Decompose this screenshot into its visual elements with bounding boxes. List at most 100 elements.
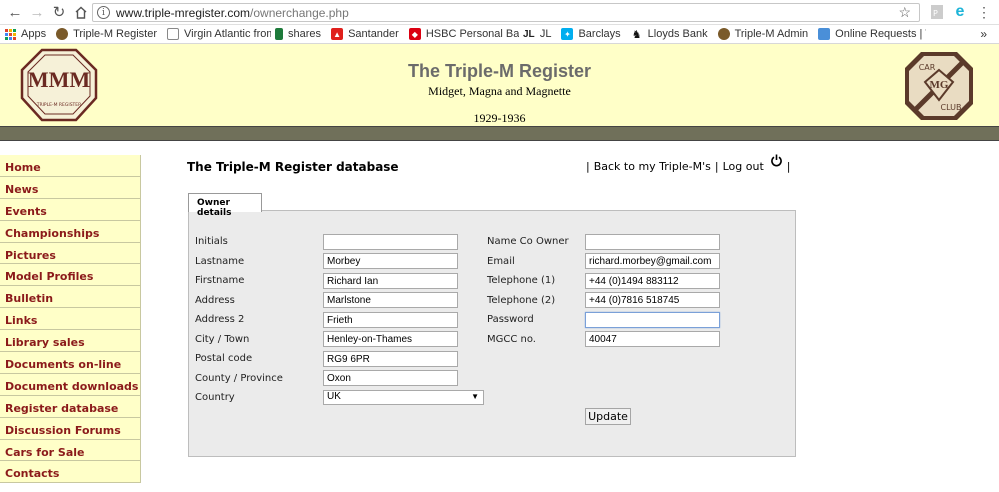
forward-arrow-icon[interactable]: → [26, 1, 48, 23]
mgcc-field[interactable] [585, 331, 720, 347]
bookmark-label: Online Requests | Th [835, 28, 926, 40]
telephone1-label: Telephone (1) [487, 275, 556, 286]
sidebar-item-documents-online[interactable]: Documents on-line [0, 352, 141, 374]
sidebar-item-pictures[interactable]: Pictures [0, 242, 141, 265]
mg-car-club-logo[interactable]: MG CAR CLUB [903, 50, 975, 127]
sidebar-item-discussion-forums[interactable]: Discussion Forums [0, 417, 141, 440]
header-band [0, 126, 999, 141]
sidebar-item-home[interactable]: Home [0, 155, 141, 177]
update-button[interactable]: Update [585, 408, 631, 425]
postal-code-field[interactable] [323, 351, 458, 367]
mg-octagon-icon [56, 28, 69, 40]
county-label: County / Province [195, 373, 283, 384]
postal-code-label: Postal code [195, 353, 253, 364]
sidebar-menu: Home News Events Championships Pictures … [0, 155, 141, 484]
sidebar-item-document-downloads[interactable]: Document downloads [0, 373, 141, 396]
bookmark-apps[interactable]: Apps [0, 25, 52, 44]
email-label: Email [487, 256, 515, 267]
info-icon[interactable]: i [97, 6, 110, 19]
home-icon[interactable] [70, 1, 92, 23]
separator: | [714, 159, 719, 173]
lloyds-horse-icon: ♞ [631, 28, 642, 41]
address-field[interactable] [323, 292, 458, 308]
site-title: The Triple-M Register [407, 61, 592, 81]
sidebar-item-links[interactable]: Links [0, 308, 141, 331]
country-value: UK [327, 391, 341, 402]
bookmark-hsbc[interactable]: ◆ HSBC Personal Bankir [405, 25, 519, 44]
password-field[interactable] [585, 312, 720, 328]
sidebar-item-library-sales[interactable]: Library sales [0, 330, 141, 353]
bookmark-online-requests[interactable]: Online Requests | Th [814, 25, 926, 44]
pdf-extension-icon[interactable]: P [928, 3, 946, 21]
address-label: Address [195, 295, 235, 306]
county-field[interactable] [323, 370, 458, 386]
initials-field[interactable] [323, 234, 458, 250]
bookmark-barclays[interactable]: ✦ Barclays [557, 25, 626, 44]
santander-flame-icon: ▲ [331, 28, 344, 40]
city-label: City / Town [195, 334, 250, 345]
sidebar-item-register-database[interactable]: Register database [0, 395, 141, 418]
svg-text:CLUB: CLUB [941, 103, 962, 112]
back-arrow-icon[interactable]: ← [4, 1, 26, 23]
city-field[interactable] [323, 331, 458, 347]
telephone2-field[interactable] [585, 292, 720, 308]
reload-icon[interactable]: ↻ [48, 1, 70, 23]
page-icon [167, 28, 180, 40]
page-title: The Triple-M Register database [187, 160, 399, 174]
lastname-label: Lastname [195, 256, 245, 267]
bookmark-triple-m-register[interactable]: Triple-M Register [52, 25, 163, 44]
bookmark-label: Santander [348, 28, 399, 40]
country-label: Country [195, 392, 235, 403]
telephone1-field[interactable] [585, 273, 720, 289]
back-to-my-cars-link[interactable]: Back to my Triple-M's [594, 160, 711, 173]
bookmark-label: Lloyds Bank [647, 28, 708, 40]
menu-dots-icon[interactable]: ⋮ [975, 3, 993, 21]
power-icon[interactable] [770, 154, 783, 170]
url-domain: www.triple-mregister.com [116, 5, 251, 20]
dropdown-arrow-icon: ▼ [471, 392, 479, 401]
separator: | [586, 159, 590, 173]
sidebar-item-bulletin[interactable]: Bulletin [0, 286, 141, 309]
tab-owner-details[interactable]: Owner details [188, 193, 262, 218]
svg-text:CAR: CAR [919, 63, 936, 72]
bookmark-triple-m-admin[interactable]: Triple-M Admin [714, 25, 815, 44]
bookmark-lloyds[interactable]: ♞ Lloyds Bank [627, 25, 714, 44]
email-field[interactable] [585, 253, 720, 269]
edge-extension-icon[interactable]: e [951, 3, 969, 21]
bookmark-virgin-atlantic[interactable]: Virgin Atlantic from M [163, 25, 271, 44]
bookmark-shares[interactable]: shares [271, 25, 327, 44]
sidebar-item-championships[interactable]: Championships [0, 220, 141, 243]
separator: | [786, 159, 791, 173]
hsbc-hex-icon: ◆ [408, 28, 421, 40]
apps-grid-icon [4, 28, 16, 40]
country-select[interactable]: UK ▼ [323, 390, 484, 405]
bookmark-label: HSBC Personal Bankir [425, 28, 519, 40]
telephone2-label: Telephone (2) [487, 295, 556, 306]
sidebar-item-contacts[interactable]: Contacts [0, 461, 141, 484]
bookmark-santander[interactable]: ▲ Santander [327, 25, 405, 44]
password-label: Password [487, 314, 534, 325]
address-bar[interactable]: i www.triple-mregister.com/ownerchange.p… [92, 3, 920, 22]
address2-label: Address 2 [195, 314, 245, 325]
site-subtitle: Midget, Magna and Magnette [428, 84, 571, 98]
bookmarks-overflow-icon[interactable]: » [980, 27, 987, 41]
bookmark-jl[interactable]: JL JL [519, 25, 558, 44]
logout-link[interactable]: Log out [723, 160, 764, 173]
firstname-label: Firstname [195, 275, 245, 286]
co-owner-field[interactable] [585, 234, 720, 250]
sidebar-item-cars-for-sale[interactable]: Cars for Sale [0, 439, 141, 462]
firstname-field[interactable] [323, 273, 458, 289]
green-square-icon [275, 28, 284, 40]
sidebar-item-model-profiles[interactable]: Model Profiles [0, 264, 141, 287]
svg-text:TRIPLE-M REGISTER: TRIPLE-M REGISTER [36, 102, 82, 108]
jl-icon: JL [522, 28, 535, 40]
bookmark-label: Triple-M Admin [734, 28, 809, 40]
svg-text:P: P [933, 9, 938, 18]
lastname-field[interactable] [323, 253, 458, 269]
url-path: /ownerchange.php [250, 5, 349, 20]
address2-field[interactable] [323, 312, 458, 328]
sidebar-item-events[interactable]: Events [0, 198, 141, 221]
initials-label: Initials [195, 236, 228, 247]
bookmark-star-icon[interactable]: ☆ [898, 4, 911, 21]
sidebar-item-news[interactable]: News [0, 176, 141, 199]
